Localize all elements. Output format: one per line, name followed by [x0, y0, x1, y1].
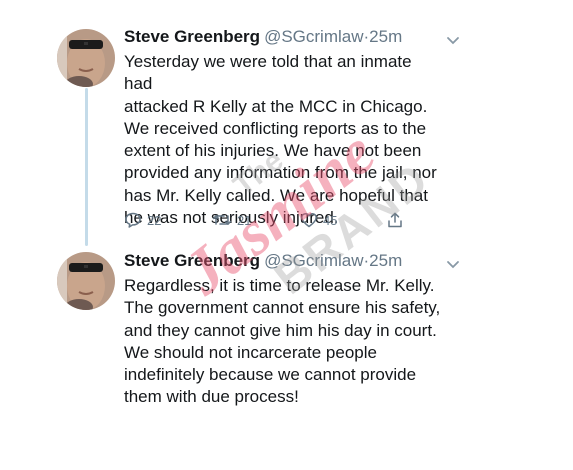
timestamp[interactable]: 25m — [369, 27, 402, 46]
tweet-header: Steve Greenberg @SGcrimlaw·25m — [124, 249, 402, 273]
tweet-text-line: We received conflicting reports as to th… — [124, 118, 427, 138]
like-icon — [300, 211, 318, 229]
author-handle[interactable]: @SGcrimlaw — [264, 251, 363, 270]
share-icon — [386, 211, 404, 229]
tweet-text: Yesterday we were told that an inmate ha… — [124, 51, 444, 229]
reply-icon — [124, 211, 142, 229]
avatar[interactable] — [57, 252, 115, 310]
avatar-photo — [57, 252, 115, 310]
tweet-text-line: them with due process! — [124, 387, 299, 407]
share-button[interactable] — [386, 210, 404, 230]
tweet-text-line: provided any information from the jail, … — [124, 163, 437, 183]
tweet-actions: 22 21 45 — [124, 210, 424, 230]
like-count: 45 — [323, 212, 338, 228]
reply-count: 22 — [147, 212, 162, 228]
retweet-button[interactable]: 21 — [212, 210, 251, 230]
retweet-icon — [212, 211, 232, 229]
tweet-text-line: extent of his injuries. We have not been — [124, 141, 422, 161]
reply-button[interactable]: 22 — [124, 210, 161, 230]
tweet-text-line: and they cannot give him his day in cour… — [124, 320, 437, 340]
tweet-text-line: has Mr. Kelly called. We are hopeful tha… — [124, 185, 428, 205]
tweet-text-line: indefinitely because we cannot provide — [124, 365, 417, 385]
tweet-text-line: attacked R Kelly at the MCC in Chicago. — [124, 96, 428, 116]
tweet-thread-screen: Steve Greenberg @SGcrimlaw·25m Yesterday … — [0, 0, 573, 470]
thread-connector-line — [85, 88, 88, 246]
tweet-text-line: We should not incarcerate people — [124, 342, 377, 362]
tweet-text-line: The government cannot ensure his safety, — [124, 298, 441, 318]
author-handle[interactable]: @SGcrimlaw — [264, 27, 363, 46]
retweet-count: 21 — [237, 212, 252, 228]
tweet-text-line: Yesterday we were told that an inmate ha… — [124, 52, 412, 94]
tweet-text: Regardless, it is time to release Mr. Ke… — [124, 275, 444, 409]
timestamp[interactable]: 25m — [369, 251, 402, 270]
chevron-down-icon[interactable] — [446, 257, 460, 269]
avatar-photo — [57, 29, 115, 87]
tweet-header: Steve Greenberg @SGcrimlaw·25m — [124, 25, 402, 49]
chevron-down-icon[interactable] — [446, 33, 460, 45]
like-button[interactable]: 45 — [300, 210, 337, 230]
tweet-text-line: Regardless, it is time to release Mr. Ke… — [124, 276, 435, 295]
avatar[interactable] — [57, 29, 115, 87]
author-name[interactable]: Steve Greenberg — [124, 251, 260, 270]
author-name[interactable]: Steve Greenberg — [124, 27, 260, 46]
